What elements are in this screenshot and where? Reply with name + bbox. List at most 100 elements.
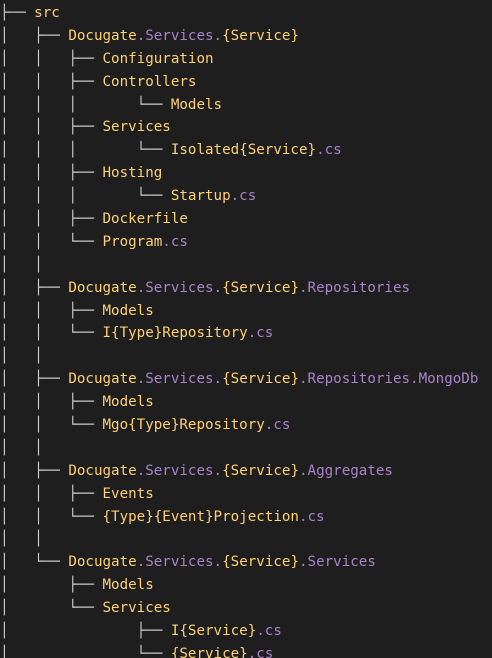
tree-branch: │ │ <box>0 256 43 273</box>
path-name: I{Service} <box>170 623 257 640</box>
tree-branch: │ │ ├── <box>0 485 103 502</box>
tree-branch: │ │ ├── <box>0 211 103 228</box>
path-suffix: .cs <box>162 233 188 250</box>
path-suffix: .Services. <box>136 279 223 296</box>
tree-branch: │ └── <box>0 554 69 571</box>
tree-branch: │ ├── <box>0 623 171 640</box>
tree-branch: │ │ ├── <box>0 302 103 319</box>
path-name: Services <box>102 119 171 136</box>
path-name: Services <box>102 600 171 617</box>
path-suffix: .Services. <box>136 27 223 44</box>
tree-line: │ │ <box>0 528 492 551</box>
path-name: Docugate <box>68 27 137 44</box>
path-suffix: .Services. <box>136 371 223 388</box>
path-name: Events <box>102 485 154 502</box>
path-suffix: .cs <box>230 188 257 205</box>
tree-branch: │ │ ├── <box>0 165 103 182</box>
tree-branch: │ └── <box>0 645 171 658</box>
path-name: Docugate <box>68 554 137 571</box>
path-suffix: .Services. <box>136 554 223 571</box>
directory-tree: ├── src │ ├── Docugate.Services.{Service}… <box>0 0 492 658</box>
path-name: Docugate <box>68 371 137 388</box>
path-suffix: .cs <box>247 325 274 342</box>
path-name: {Service} <box>170 645 248 658</box>
path-suffix: .cs <box>264 417 291 434</box>
path-suffix: .cs <box>298 508 325 525</box>
path-name: Program <box>102 233 163 250</box>
tree-line: │ ├── Docugate.Services.{Service}.Reposi… <box>0 368 492 391</box>
tree-line: │ │ └── Mgo{Type}Repository.cs <box>0 414 492 437</box>
tree-branch: │ │ │ └── <box>0 188 171 205</box>
path-name: {Service} <box>222 554 299 571</box>
path-name: {Service} <box>222 279 299 296</box>
path-name: {Service} <box>222 462 299 479</box>
tree-line: │ │ <box>0 254 492 277</box>
path-name: Models <box>102 577 154 594</box>
path-suffix: .Repositories <box>298 279 411 296</box>
path-name: Mgo{Type}Repository <box>102 417 265 434</box>
tree-branch: │ │ ├── <box>0 73 103 90</box>
path-name: I{Type}Repository <box>102 325 248 342</box>
tree-line: │ │ └── I{Type}Repository.cs <box>0 322 492 345</box>
path-suffix: .cs <box>256 623 282 640</box>
tree-branch: │ │ <box>0 348 43 365</box>
tree-branch: │ │ <box>0 531 43 548</box>
path-suffix: .Aggregates <box>298 462 393 479</box>
path-suffix: .Repositories.MongoDb <box>298 371 479 388</box>
tree-line: │ ├── Docugate.Services.{Service} <box>0 25 492 48</box>
tree-line: │ └── Services <box>0 597 492 620</box>
tree-branch: │ ├── <box>0 27 69 44</box>
tree-line: │ │ │ └── Startup.cs <box>0 185 492 208</box>
tree-line: │ │ │ └── Models <box>0 94 492 117</box>
tree-branch: │ │ └── <box>0 325 103 342</box>
tree-line: │ ├── I{Service}.cs <box>0 620 492 643</box>
tree-branch: ├── <box>0 5 35 21</box>
tree-line: │ │ │ └── Isolated{Service}.cs <box>0 139 492 162</box>
tree-branch: │ ├── <box>0 462 69 479</box>
tree-branch: │ │ └── <box>0 417 103 434</box>
tree-branch: │ ├── <box>0 279 69 296</box>
tree-branch: │ │ │ └── <box>0 96 171 113</box>
path-name: Isolated{Service} <box>170 142 317 159</box>
tree-branch: │ └── <box>0 600 103 617</box>
path-name: Configuration <box>102 50 214 67</box>
path-name: {Service} <box>222 371 299 388</box>
tree-branch: │ │ └── <box>0 508 103 525</box>
tree-line: │ │ └── Program.cs <box>0 231 492 254</box>
tree-line: │ └── {Service}.cs <box>0 643 492 658</box>
tree-line: │ │ └── {Type}{Event}Projection.cs <box>0 506 492 529</box>
path-name: Hosting <box>102 165 163 182</box>
path-name: Docugate <box>68 462 137 479</box>
tree-branch: │ │ <box>0 439 43 456</box>
path-suffix: .cs <box>316 142 342 159</box>
tree-line: │ │ <box>0 345 492 368</box>
path-name: Docugate <box>68 279 137 296</box>
tree-line: │ │ ├── Controllers <box>0 71 492 94</box>
path-name: Dockerfile <box>102 211 188 228</box>
tree-branch: │ │ ├── <box>0 394 103 411</box>
path-suffix: .Services <box>298 554 376 571</box>
tree-branch: │ │ └── <box>0 233 103 250</box>
path-suffix: .Services. <box>136 462 223 479</box>
path-name: src <box>34 5 60 21</box>
tree-line: │ │ <box>0 437 492 460</box>
tree-line: │ │ ├── Events <box>0 483 492 506</box>
tree-branch: │ ├── <box>0 371 69 388</box>
tree-branch: │ │ ├── <box>0 50 103 67</box>
tree-line: │ │ ├── Configuration <box>0 48 492 71</box>
tree-line: │ ├── Models <box>0 574 492 597</box>
tree-line: │ │ ├── Dockerfile <box>0 208 492 231</box>
path-name: Startup <box>170 188 231 205</box>
path-name: Models <box>170 96 223 113</box>
path-name: Models <box>102 302 154 319</box>
tree-branch: │ ├── <box>0 577 103 594</box>
tree-branch: │ │ ├── <box>0 119 103 136</box>
tree-line: ├── src <box>0 2 492 25</box>
tree-line: │ │ ├── Models <box>0 391 492 414</box>
tree-line: │ │ ├── Services <box>0 116 492 139</box>
path-suffix: .cs <box>247 645 274 658</box>
tree-line: │ ├── Docugate.Services.{Service}.Reposi… <box>0 277 492 300</box>
path-name: Controllers <box>102 73 197 90</box>
tree-branch: │ │ │ └── <box>0 142 171 159</box>
tree-line: │ │ ├── Hosting <box>0 162 492 185</box>
